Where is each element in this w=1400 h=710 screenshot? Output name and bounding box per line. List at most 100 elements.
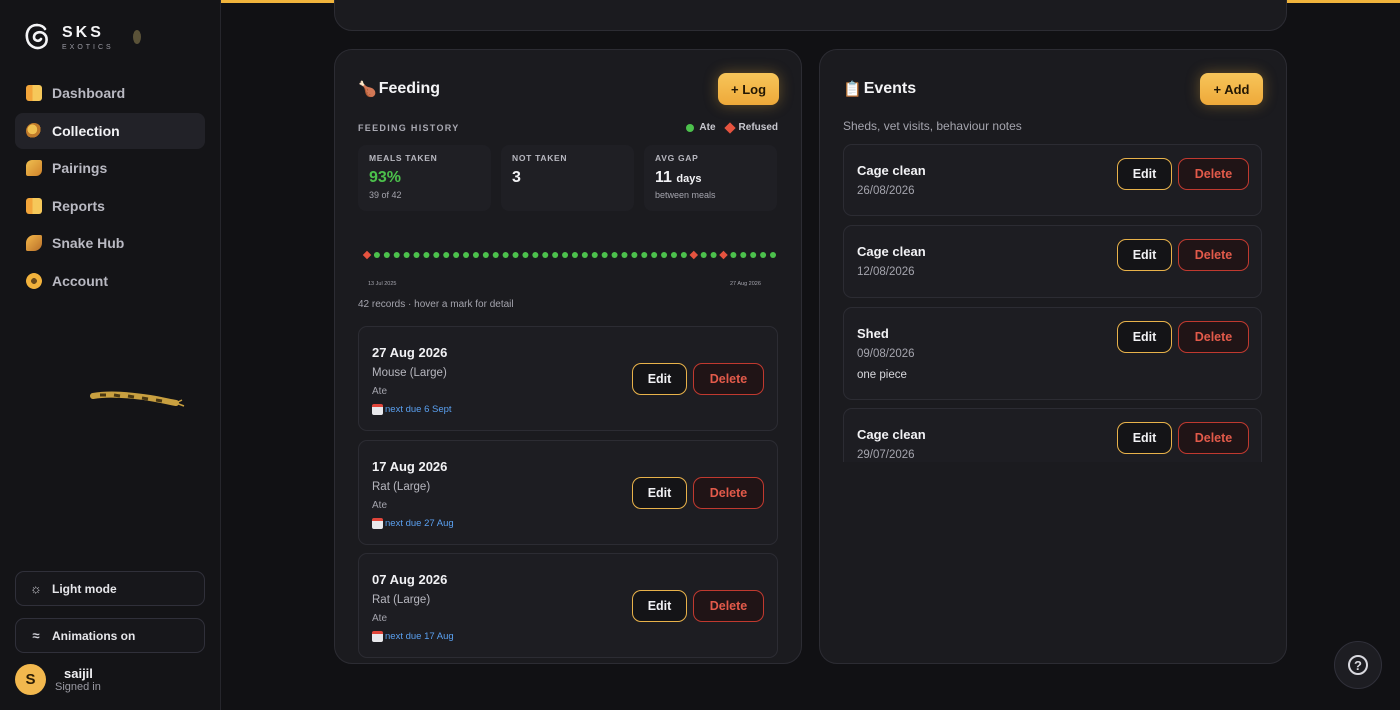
refused-mark[interactable] bbox=[719, 250, 728, 260]
delete-button[interactable]: Delete bbox=[1178, 422, 1249, 454]
ate-mark[interactable] bbox=[423, 252, 430, 258]
ate-mark[interactable] bbox=[631, 252, 638, 258]
event-title: Cage clean bbox=[857, 163, 926, 178]
ate-mark[interactable] bbox=[403, 252, 410, 258]
edit-button[interactable]: Edit bbox=[632, 590, 687, 622]
feeding-record: 17 Aug 2026 Rat (Large) Ate next due 27 … bbox=[358, 440, 778, 545]
edit-button[interactable]: Edit bbox=[1117, 422, 1172, 454]
sidebar-item-collection[interactable]: Collection bbox=[15, 112, 205, 149]
event-item: Cage clean 12/08/2026 Edit Delete bbox=[843, 225, 1262, 298]
ate-mark[interactable] bbox=[413, 252, 420, 258]
edit-button[interactable]: Edit bbox=[632, 477, 687, 509]
delete-button[interactable]: Delete bbox=[1178, 158, 1249, 190]
edit-button[interactable]: Edit bbox=[1117, 158, 1172, 190]
add-event-button[interactable]: + Add bbox=[1200, 73, 1263, 105]
avg-gap-number: 11 bbox=[655, 169, 672, 186]
edit-button[interactable]: Edit bbox=[632, 363, 687, 395]
book-icon bbox=[26, 197, 42, 214]
ate-mark[interactable] bbox=[472, 252, 479, 258]
edit-button[interactable]: Edit bbox=[1117, 321, 1172, 353]
delete-button[interactable]: Delete bbox=[1178, 321, 1249, 353]
ate-mark[interactable] bbox=[740, 252, 747, 258]
help-button[interactable]: ? bbox=[1334, 641, 1382, 689]
question-icon: ? bbox=[1348, 655, 1368, 675]
events-panel: 📋 Events + Add Sheds, vet visits, behavi… bbox=[819, 49, 1287, 664]
sidebar-nav: Dashboard Collection Pairings Reports Sn… bbox=[15, 75, 205, 301]
ate-mark[interactable] bbox=[680, 252, 687, 258]
ate-mark[interactable] bbox=[512, 252, 519, 258]
stat-avg-gap: AVG GAP 11 days between meals bbox=[644, 145, 777, 211]
ate-mark[interactable] bbox=[611, 252, 618, 258]
sidebar-item-dashboard[interactable]: Dashboard bbox=[15, 75, 205, 111]
delete-button[interactable]: Delete bbox=[1178, 239, 1249, 271]
event-item: Cage clean 29/07/2026 Edit Delete bbox=[843, 408, 1262, 462]
sidebar-item-reports[interactable]: Reports bbox=[15, 188, 205, 224]
sidebar-item-label: Collection bbox=[52, 122, 120, 139]
drumstick-icon: 🍗 bbox=[358, 81, 377, 98]
event-date: 29/07/2026 bbox=[857, 449, 915, 461]
feeding-panel: 🍗 Feeding + Log FEEDING HISTORY Ate Refu… bbox=[334, 49, 802, 664]
ate-mark[interactable] bbox=[453, 252, 460, 258]
ate-mark[interactable] bbox=[552, 252, 559, 258]
record-due-text: next due 17 Aug bbox=[385, 631, 454, 642]
ate-mark[interactable] bbox=[710, 252, 717, 258]
event-title: Cage clean bbox=[857, 427, 926, 442]
ate-mark[interactable] bbox=[532, 252, 539, 258]
ate-mark[interactable] bbox=[730, 252, 737, 258]
refused-mark[interactable] bbox=[362, 250, 372, 260]
stat-meals-taken: MEALS TAKEN 93% 39 of 42 bbox=[358, 145, 491, 211]
ate-mark[interactable] bbox=[750, 252, 757, 258]
ate-mark[interactable] bbox=[641, 252, 648, 258]
sidebar-item-snake-hub[interactable]: Snake Hub bbox=[15, 225, 205, 261]
delete-button[interactable]: Delete bbox=[693, 590, 764, 622]
ate-mark[interactable] bbox=[433, 252, 440, 258]
ate-mark[interactable] bbox=[393, 252, 400, 258]
delete-button[interactable]: Delete bbox=[693, 477, 764, 509]
records-note: 42 records · hover a mark for detail bbox=[358, 299, 514, 310]
leaf-icon bbox=[133, 30, 141, 44]
ate-mark[interactable] bbox=[383, 252, 390, 258]
ate-mark[interactable] bbox=[463, 252, 470, 258]
ate-mark[interactable] bbox=[482, 252, 489, 258]
ate-mark[interactable] bbox=[651, 252, 658, 258]
ate-mark[interactable] bbox=[621, 252, 628, 258]
ate-mark[interactable] bbox=[542, 252, 549, 258]
refused-mark[interactable] bbox=[689, 250, 699, 260]
brand-logo[interactable]: SKS EXOTICS bbox=[24, 22, 114, 52]
sidebar-item-pairings[interactable]: Pairings bbox=[15, 150, 205, 186]
sidebar-item-account[interactable]: Account bbox=[15, 263, 205, 299]
ate-mark[interactable] bbox=[373, 252, 380, 258]
legend-refused: Refused bbox=[738, 122, 778, 133]
ate-mark[interactable] bbox=[522, 252, 529, 258]
feeding-timeline[interactable] bbox=[361, 248, 781, 262]
light-mode-label: Light mode bbox=[52, 581, 117, 596]
ate-mark[interactable] bbox=[443, 252, 450, 258]
ate-mark[interactable] bbox=[492, 252, 499, 258]
user-profile[interactable]: S saijil Signed in bbox=[15, 664, 101, 695]
gear-icon bbox=[26, 272, 42, 289]
log-feeding-button[interactable]: + Log bbox=[718, 73, 779, 105]
sidebar: SKS EXOTICS Dashboard Collection Pairing… bbox=[0, 0, 221, 710]
stat-label: AVG GAP bbox=[655, 153, 699, 163]
animations-toggle[interactable]: ≈ Animations on bbox=[15, 618, 205, 653]
feeding-title: 🍗 Feeding bbox=[358, 80, 440, 98]
ate-mark[interactable] bbox=[601, 252, 608, 258]
ate-mark[interactable] bbox=[770, 252, 776, 258]
ate-mark[interactable] bbox=[571, 252, 578, 258]
event-date: 26/08/2026 bbox=[857, 185, 915, 197]
edit-button[interactable]: Edit bbox=[1117, 239, 1172, 271]
light-mode-toggle[interactable]: ☼ Light mode bbox=[15, 571, 205, 606]
stat-not-taken: NOT TAKEN 3 bbox=[501, 145, 634, 211]
feeding-title-text: Feeding bbox=[378, 80, 441, 97]
ate-mark[interactable] bbox=[591, 252, 598, 258]
delete-button[interactable]: Delete bbox=[693, 363, 764, 395]
ate-mark[interactable] bbox=[562, 252, 569, 258]
record-food: Rat (Large) bbox=[372, 481, 431, 493]
ate-mark[interactable] bbox=[661, 252, 668, 258]
record-date: 17 Aug 2026 bbox=[372, 459, 448, 474]
ate-mark[interactable] bbox=[581, 252, 588, 258]
ate-mark[interactable] bbox=[700, 252, 707, 258]
ate-mark[interactable] bbox=[670, 252, 677, 258]
ate-mark[interactable] bbox=[760, 252, 767, 258]
ate-mark[interactable] bbox=[502, 252, 509, 258]
